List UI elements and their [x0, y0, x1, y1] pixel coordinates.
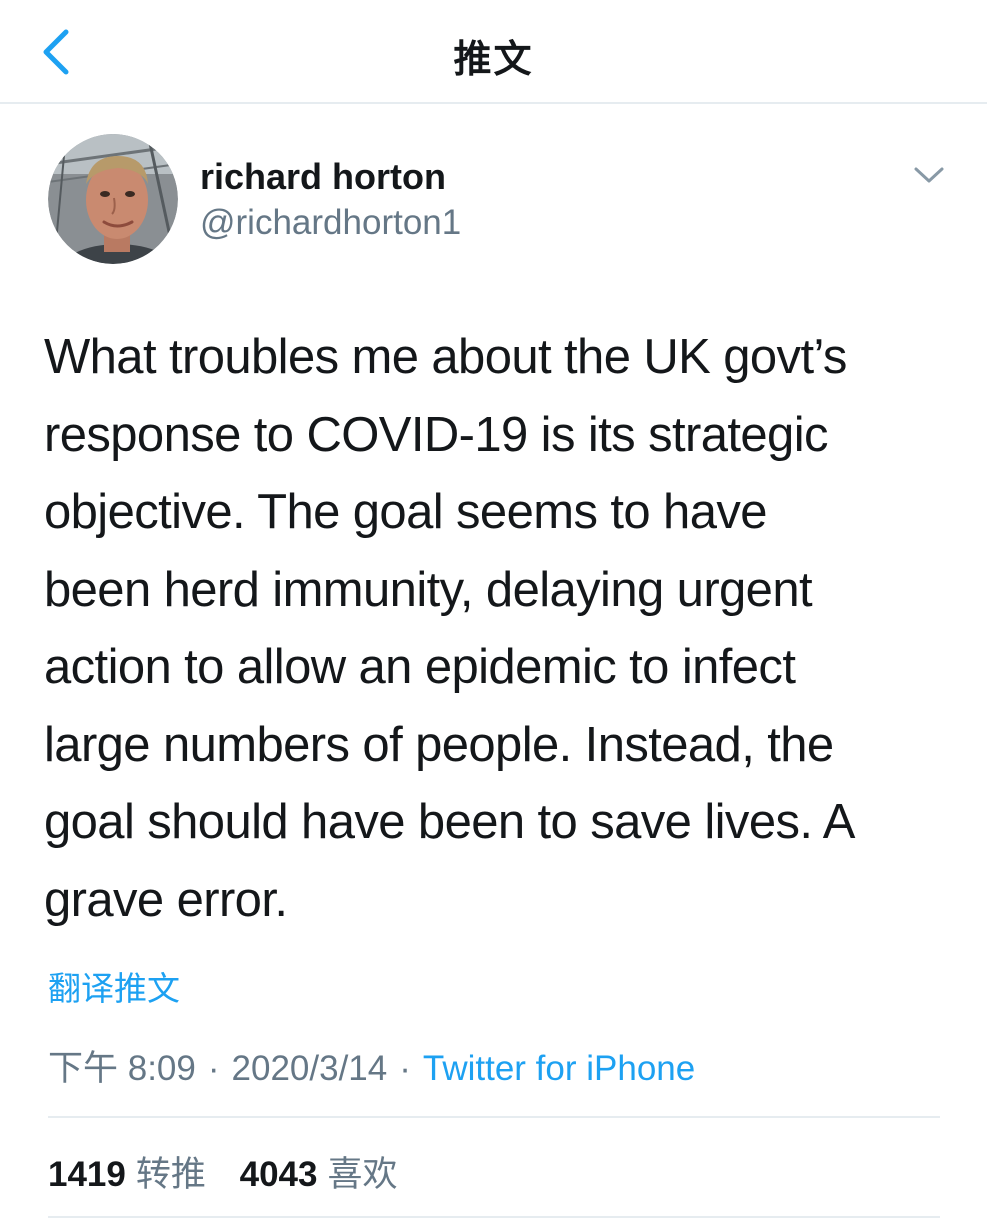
tweet-metadata: 下午 8:09 · 2020/3/14 · Twitter for iPhone: [48, 1040, 695, 1091]
chevron-down-icon: [914, 167, 944, 183]
author-name[interactable]: richard horton: [200, 156, 446, 198]
tweet-date: 2020/3/14: [231, 1049, 388, 1088]
profile-photo: [48, 134, 178, 264]
page-title: 推文: [453, 39, 534, 81]
likes-stat[interactable]: 4043 喜欢: [240, 1146, 398, 1197]
like-count: 4043: [239, 1155, 318, 1194]
meta-separator: ·: [207, 1049, 220, 1088]
more-options-button[interactable]: [912, 162, 946, 188]
translate-tweet-link[interactable]: 翻译推文: [48, 962, 180, 1010]
like-label: 喜欢: [327, 1155, 398, 1194]
avatar[interactable]: [48, 134, 178, 264]
tweet-stats: 1419 转推 4043 喜欢: [48, 1146, 398, 1197]
tweet-source-link[interactable]: Twitter for iPhone: [423, 1049, 695, 1088]
author-handle[interactable]: @richardhorton1: [200, 203, 461, 243]
tweet-time: 下午 8:09: [48, 1049, 196, 1088]
divider: [48, 1216, 940, 1218]
divider: [48, 1116, 940, 1118]
retweets-stat[interactable]: 1419 转推: [48, 1146, 206, 1197]
retweet-label: 转推: [135, 1155, 206, 1194]
meta-separator: ·: [399, 1049, 411, 1088]
retweet-count: 1419: [48, 1155, 126, 1194]
tweet-text: What troubles me about the UK govt’s res…: [44, 330, 855, 927]
navigation-bar: 推文: [0, 0, 987, 104]
